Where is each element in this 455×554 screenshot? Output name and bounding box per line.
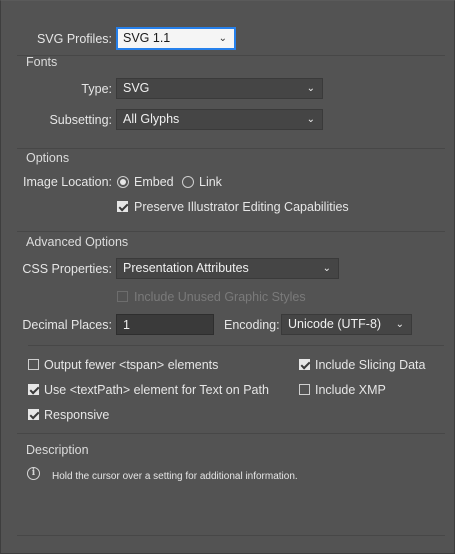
description-section-title: Description — [26, 443, 89, 457]
chevron-down-icon: ⌄ — [218, 33, 227, 44]
responsive-label[interactable]: Responsive — [44, 408, 109, 422]
embed-label[interactable]: Embed — [134, 175, 174, 189]
separator — [17, 148, 445, 149]
svg-profiles-select[interactable]: SVG 1.1 ⌄ — [117, 28, 235, 49]
decimal-places-input[interactable]: 1 — [116, 314, 214, 335]
image-location-label: Image Location: — [23, 175, 112, 189]
link-radio[interactable] — [182, 176, 194, 188]
css-properties-dropdown[interactable]: Presentation Attributes ⌄ — [116, 258, 339, 279]
svg-profiles-value: SVG 1.1 — [123, 31, 171, 45]
description-text: Hold the cursor over a setting for addit… — [52, 471, 298, 482]
fonts-section-title: Fonts — [26, 55, 58, 69]
chevron-down-icon: ⌄ — [306, 114, 315, 125]
font-type-value: SVG — [123, 81, 150, 95]
subsetting-dropdown[interactable]: All Glyphs ⌄ — [116, 109, 323, 130]
chevron-down-icon: ⌄ — [322, 263, 331, 274]
encoding-dropdown[interactable]: Unicode (UTF-8) ⌄ — [281, 314, 412, 335]
slicing-data-label[interactable]: Include Slicing Data — [315, 358, 425, 372]
slicing-data-checkbox[interactable] — [299, 359, 310, 370]
textpath-label[interactable]: Use <textPath> element for Text on Path — [44, 383, 269, 397]
font-type-dropdown[interactable]: SVG ⌄ — [116, 78, 323, 99]
info-icon: i — [27, 467, 40, 480]
css-properties-value: Presentation Attributes — [123, 261, 249, 275]
advanced-section-title: Advanced Options — [26, 235, 129, 249]
font-type-label: Type: — [81, 82, 112, 96]
encoding-label: Encoding: — [224, 318, 280, 332]
embed-radio[interactable] — [117, 176, 129, 188]
chevron-down-icon: ⌄ — [306, 83, 315, 94]
include-unused-styles-checkbox[interactable] — [117, 291, 128, 302]
separator — [17, 535, 445, 536]
include-xmp-label[interactable]: Include XMP — [315, 383, 386, 397]
decimal-places-value: 1 — [123, 318, 130, 332]
textpath-checkbox[interactable] — [28, 384, 39, 395]
css-properties-label: CSS Properties: — [22, 262, 112, 276]
include-unused-styles-label: Include Unused Graphic Styles — [134, 290, 306, 304]
encoding-value: Unicode (UTF-8) — [288, 317, 382, 331]
separator — [17, 433, 445, 434]
subsetting-value: All Glyphs — [123, 112, 180, 126]
options-section-title: Options — [26, 151, 70, 165]
link-label[interactable]: Link — [199, 175, 222, 189]
separator — [28, 345, 444, 346]
preserve-editing-label[interactable]: Preserve Illustrator Editing Capabilitie… — [134, 200, 349, 214]
svg-profiles-label: SVG Profiles: — [36, 32, 112, 46]
subsetting-label: Subsetting: — [49, 113, 112, 127]
separator — [17, 55, 445, 56]
responsive-checkbox[interactable] — [28, 409, 39, 420]
fewer-tspan-checkbox[interactable] — [28, 359, 39, 370]
separator — [17, 231, 445, 232]
chevron-down-icon: ⌄ — [395, 319, 404, 330]
include-xmp-checkbox[interactable] — [299, 384, 310, 395]
decimal-places-label: Decimal Places: — [22, 318, 112, 332]
fewer-tspan-label[interactable]: Output fewer <tspan> elements — [44, 358, 218, 372]
preserve-editing-checkbox[interactable] — [117, 201, 128, 212]
